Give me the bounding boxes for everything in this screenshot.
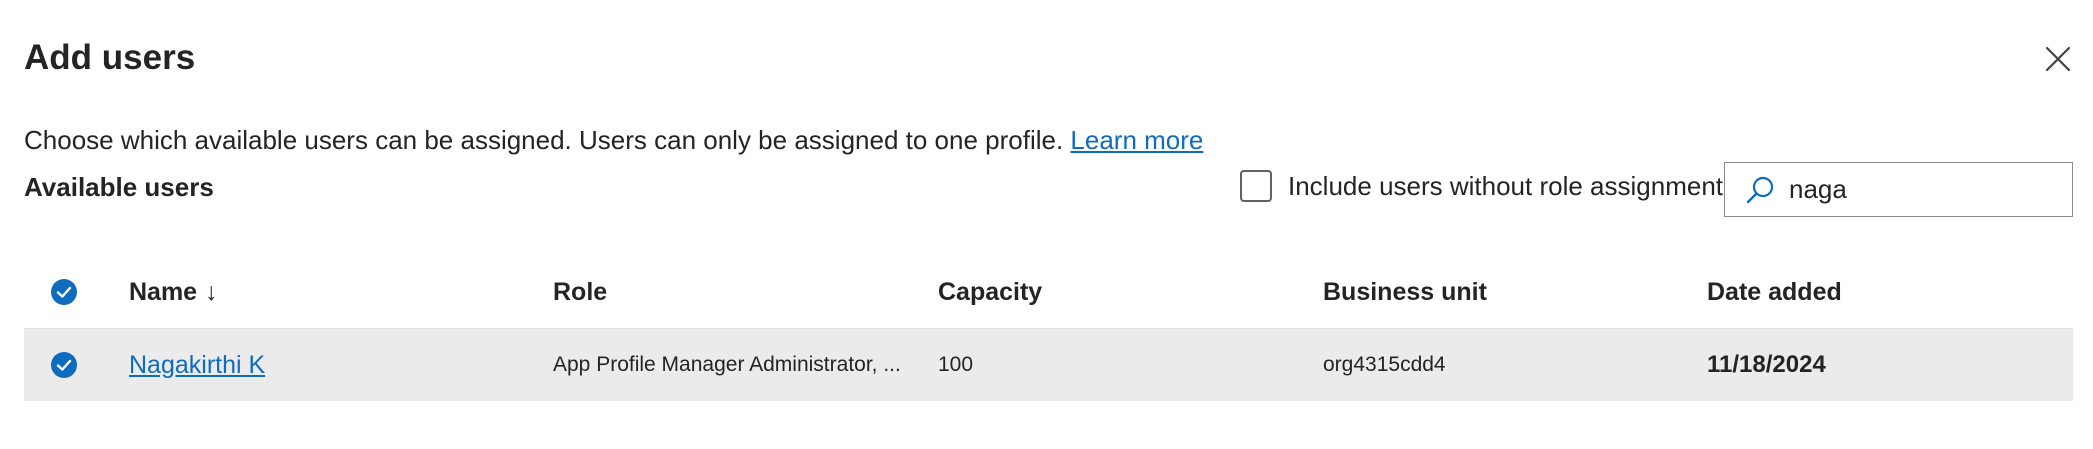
table-row[interactable]: Nagakirthi K App Profile Manager Adminis…	[24, 329, 2073, 401]
users-table: Name ↓ Role Capacity Business unit Date a…	[24, 256, 2073, 401]
user-name-cell: Nagakirthi K	[129, 351, 265, 380]
user-business-unit-cell: org4315cdd4	[1323, 353, 1446, 376]
table-header-row: Name ↓ Role Capacity Business unit Date a…	[24, 256, 2073, 329]
column-header-name[interactable]: Name ↓	[129, 278, 218, 307]
learn-more-link[interactable]: Learn more	[1070, 125, 1203, 155]
column-header-name-label: Name	[129, 277, 198, 306]
description-text: Choose which available users can be assi…	[24, 124, 1203, 156]
include-checkbox-box[interactable]	[1240, 170, 1272, 202]
user-role-cell: App Profile Manager Administrator, ...	[553, 353, 901, 376]
user-date-added-cell: 11/18/2024	[1707, 351, 1826, 378]
search-input[interactable]	[1789, 174, 2049, 205]
column-header-business-unit[interactable]: Business unit	[1323, 278, 1487, 307]
available-users-heading: Available users	[24, 172, 214, 202]
panel-title: Add users	[24, 38, 196, 77]
include-users-without-role-checkbox[interactable]: Include users without role assignment	[1240, 170, 1723, 202]
close-button[interactable]	[2043, 44, 2073, 74]
search-icon	[1746, 176, 1774, 203]
row-select-checkbox[interactable]	[50, 351, 78, 379]
sort-down-icon: ↓	[205, 277, 218, 306]
close-icon	[2045, 46, 2071, 72]
search-box[interactable]	[1724, 162, 2073, 217]
description-body: Choose which available users can be assi…	[24, 125, 1064, 155]
column-header-date-added[interactable]: Date added	[1707, 278, 1842, 307]
column-header-capacity[interactable]: Capacity	[938, 278, 1042, 307]
user-name-link[interactable]: Nagakirthi K	[129, 351, 265, 379]
add-users-panel: Add users Choose which available users c…	[0, 0, 2093, 449]
select-all-checkbox[interactable]	[50, 278, 78, 306]
column-header-role[interactable]: Role	[553, 278, 913, 307]
include-checkbox-label: Include users without role assignment	[1288, 171, 1724, 201]
user-capacity-cell: 100	[938, 353, 974, 376]
